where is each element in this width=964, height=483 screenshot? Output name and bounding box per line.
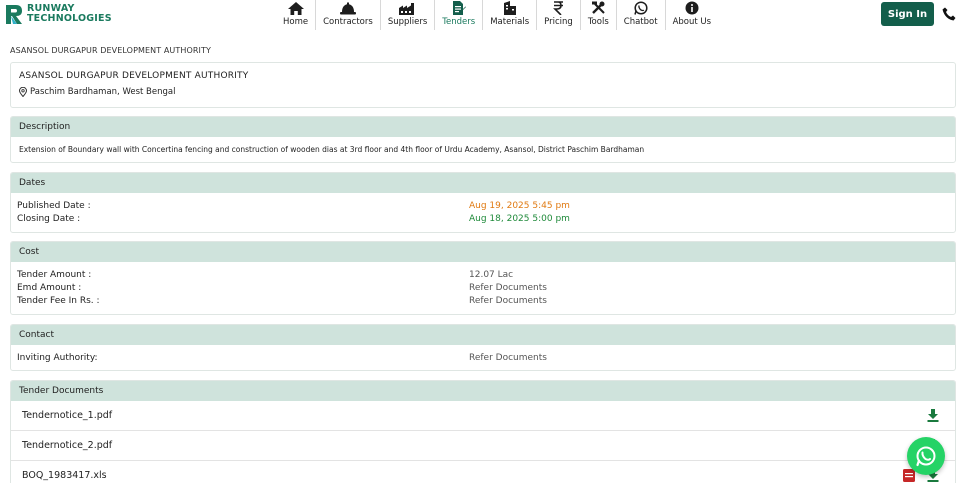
nav-pricing[interactable]: Pricing bbox=[537, 0, 581, 30]
breadcrumb: ASANSOL DURGAPUR DEVELOPMENT AUTHORITY bbox=[10, 46, 211, 55]
emd-amount-value: Refer Documents bbox=[469, 283, 547, 293]
tender-fee-value: Refer Documents bbox=[469, 296, 547, 306]
nav-tools[interactable]: Tools bbox=[581, 0, 617, 30]
tender-fee-label: Tender Fee In Rs. : bbox=[17, 296, 100, 306]
cost-body: Tender Amount : 12.07 Lac Emd Amount : R… bbox=[11, 262, 955, 309]
download-icon[interactable] bbox=[927, 409, 939, 422]
home-icon bbox=[287, 2, 304, 15]
tools-icon bbox=[591, 1, 605, 14]
brand-line2: TECHNOLOGIES bbox=[27, 13, 112, 24]
nav-suppliers-label: Suppliers bbox=[387, 17, 428, 27]
description-text: Extension of Boundary wall with Concerti… bbox=[19, 145, 645, 154]
nav-about-label: About Us bbox=[672, 17, 712, 27]
published-date-label: Published Date : bbox=[17, 201, 91, 211]
organization-location: Paschim Bardhaman, West Bengal bbox=[19, 87, 947, 97]
factory-icon bbox=[399, 3, 415, 15]
nav-tenders[interactable]: Tenders bbox=[435, 0, 484, 30]
contact-header: Contact bbox=[11, 325, 955, 345]
location-pin-icon bbox=[19, 87, 27, 97]
runway-logo-icon bbox=[6, 5, 22, 24]
cost-header: Cost bbox=[11, 242, 955, 262]
inviting-authority-value: Refer Documents bbox=[469, 353, 547, 363]
organization-name: ASANSOL DURGAPUR DEVELOPMENT AUTHORITY bbox=[19, 71, 249, 81]
top-header: RUNWAY TECHNOLOGIES Home Contractors Sup… bbox=[0, 0, 964, 34]
nav-tenders-label: Tenders bbox=[442, 17, 476, 27]
tender-doc-icon bbox=[452, 1, 466, 15]
nav-home-label: Home bbox=[283, 17, 309, 27]
tender-documents-header: Tender Documents bbox=[11, 381, 955, 401]
document-row[interactable]: Tendernotice_1.pdf bbox=[11, 401, 955, 431]
description-header: Description bbox=[11, 117, 955, 137]
phone-icon[interactable] bbox=[942, 7, 956, 21]
main-nav: Home Contractors Suppliers Tenders Mater… bbox=[276, 0, 718, 30]
closing-date-label: Closing Date : bbox=[17, 214, 81, 224]
nav-suppliers[interactable]: Suppliers bbox=[381, 0, 436, 30]
whatsapp-icon bbox=[916, 446, 936, 467]
sign-in-button[interactable]: Sign In bbox=[881, 2, 934, 26]
info-icon bbox=[685, 1, 699, 15]
contact-card: Contact Inviting Authority: Refer Docume… bbox=[10, 324, 956, 371]
nav-materials[interactable]: Materials bbox=[483, 0, 538, 30]
rupee-icon bbox=[553, 1, 563, 15]
nav-about[interactable]: About Us bbox=[666, 0, 718, 30]
whatsapp-icon bbox=[633, 1, 648, 15]
closing-date-row: Closing Date : Aug 18, 2025 5:00 pm bbox=[17, 214, 949, 227]
nav-home[interactable]: Home bbox=[276, 0, 317, 30]
tender-documents-card: Tender Documents Tendernotice_1.pdf Tend… bbox=[10, 380, 956, 483]
inviting-authority-label: Inviting Authority: bbox=[17, 353, 98, 363]
building-icon bbox=[503, 1, 516, 15]
brand-name: RUNWAY TECHNOLOGIES bbox=[27, 4, 112, 24]
whatsapp-chat-button[interactable] bbox=[907, 437, 945, 475]
nav-materials-label: Materials bbox=[490, 17, 530, 27]
tender-fee-row: Tender Fee In Rs. : Refer Documents bbox=[17, 296, 949, 309]
published-date-value: Aug 19, 2025 5:45 pm bbox=[469, 201, 570, 211]
document-filename: BOQ_1983417.xls bbox=[22, 470, 107, 481]
organization-card: ASANSOL DURGAPUR DEVELOPMENT AUTHORITY P… bbox=[10, 62, 956, 108]
tender-amount-value: 12.07 Lac bbox=[469, 270, 514, 280]
nav-contractors[interactable]: Contractors bbox=[316, 0, 381, 30]
emd-amount-label: Emd Amount : bbox=[17, 283, 82, 293]
nav-tools-label: Tools bbox=[587, 17, 609, 27]
published-date-row: Published Date : Aug 19, 2025 5:45 pm bbox=[17, 201, 949, 214]
brand-logo[interactable]: RUNWAY TECHNOLOGIES bbox=[4, 3, 112, 25]
tender-amount-label: Tender Amount : bbox=[17, 270, 92, 280]
dates-card: Dates Published Date : Aug 19, 2025 5:45… bbox=[10, 172, 956, 233]
contact-body: Inviting Authority: Refer Documents bbox=[11, 345, 955, 366]
document-filename: Tendernotice_2.pdf bbox=[22, 440, 113, 451]
nav-pricing-label: Pricing bbox=[544, 17, 573, 27]
closing-date-value: Aug 18, 2025 5:00 pm bbox=[469, 214, 570, 224]
nav-contractors-label: Contractors bbox=[323, 17, 373, 27]
cost-card: Cost Tender Amount : 12.07 Lac Emd Amoun… bbox=[10, 241, 956, 315]
document-row[interactable]: Tendernotice_2.pdf bbox=[11, 431, 955, 461]
description-card: Description Extension of Boundary wall w… bbox=[10, 116, 956, 163]
file-type-icon bbox=[903, 469, 915, 482]
inviting-authority-row: Inviting Authority: Refer Documents bbox=[17, 353, 949, 366]
nav-chatbot-label: Chatbot bbox=[623, 17, 658, 27]
dates-body: Published Date : Aug 19, 2025 5:45 pm Cl… bbox=[11, 193, 955, 227]
nav-chatbot[interactable]: Chatbot bbox=[617, 0, 666, 30]
hardhat-icon bbox=[339, 2, 356, 15]
document-filename: Tendernotice_1.pdf bbox=[22, 410, 113, 421]
document-row[interactable]: BOQ_1983417.xls bbox=[11, 461, 955, 483]
emd-amount-row: Emd Amount : Refer Documents bbox=[17, 283, 949, 296]
tender-amount-row: Tender Amount : 12.07 Lac bbox=[17, 270, 949, 283]
organization-location-text: Paschim Bardhaman, West Bengal bbox=[30, 87, 176, 97]
dates-header: Dates bbox=[11, 173, 955, 193]
